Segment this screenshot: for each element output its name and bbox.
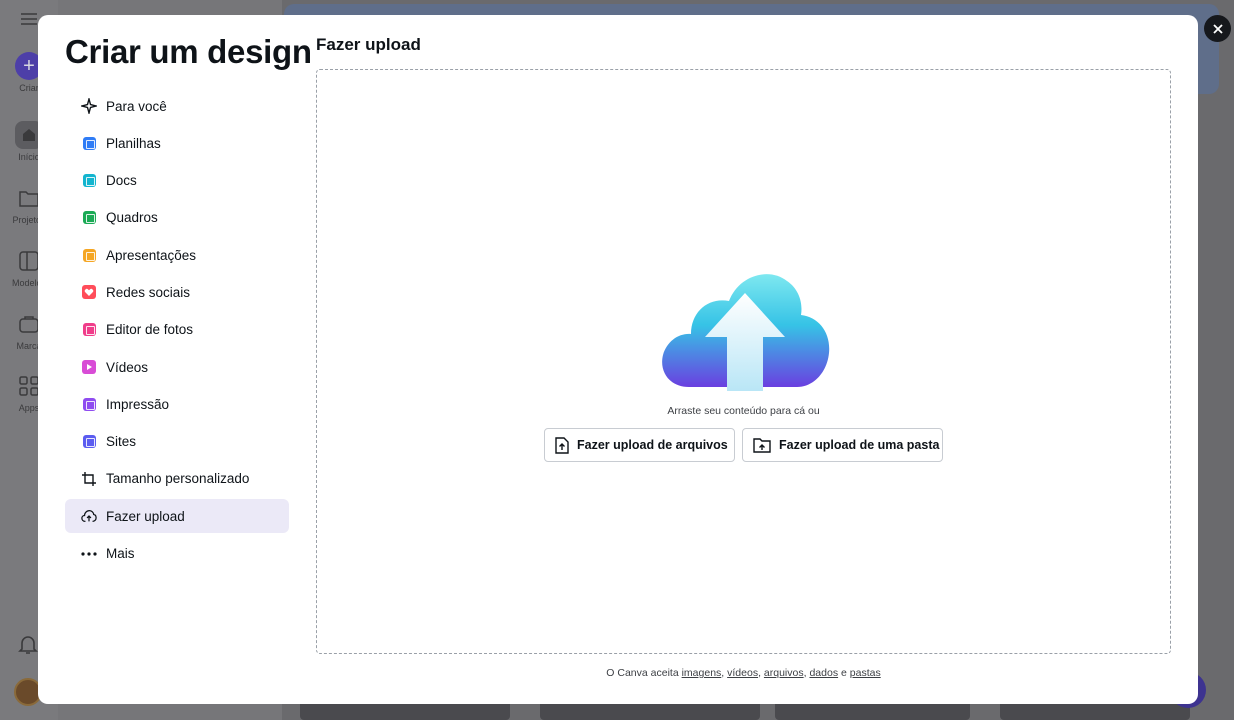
accepts-link-data[interactable]: dados bbox=[809, 667, 838, 679]
accepts-link-folders[interactable]: pastas bbox=[850, 667, 881, 679]
file-upload-icon bbox=[555, 436, 569, 454]
category-item-planilhas[interactable]: Planilhas bbox=[65, 126, 289, 160]
upload-files-label: Fazer upload de arquivos bbox=[577, 438, 728, 452]
category-item-fazer-upload[interactable]: Fazer upload bbox=[65, 499, 289, 534]
rail-item-label: Início bbox=[18, 152, 40, 162]
category-label: Fazer upload bbox=[106, 508, 185, 524]
accepted-formats-text: O Canva aceita imagens, vídeos, arquivos… bbox=[606, 667, 881, 679]
category-list: Para você Planilhas Docs Quadros Apresentaçõ… bbox=[65, 89, 289, 574]
rail-create-label: Criar bbox=[19, 83, 39, 93]
category-label: Apresentações bbox=[106, 247, 197, 263]
cloud-upload-illustration-icon bbox=[662, 274, 830, 391]
category-label: Impressão bbox=[106, 396, 170, 412]
upload-folder-label: Fazer upload de uma pasta bbox=[779, 438, 940, 452]
category-item-tamanho-personalizado[interactable]: Tamanho personalizado bbox=[65, 462, 289, 496]
category-item-apresentações[interactable]: Apresentações bbox=[65, 238, 289, 272]
category-label: Redes sociais bbox=[106, 284, 191, 300]
category-label: Sites bbox=[106, 434, 137, 450]
upload-section-title: Fazer upload bbox=[316, 35, 421, 54]
accepts-link-files[interactable]: arquivos bbox=[764, 667, 804, 679]
category-label: Tamanho personalizado bbox=[106, 471, 250, 487]
category-label: Docs bbox=[106, 173, 137, 189]
close-icon bbox=[1212, 23, 1223, 34]
category-item-docs[interactable]: Docs bbox=[65, 164, 289, 198]
category-item-sites[interactable]: Sites bbox=[65, 425, 289, 459]
accepts-prefix: O Canva aceita bbox=[606, 667, 679, 679]
category-item-mais[interactable]: Mais bbox=[65, 537, 289, 571]
create-design-modal: Criar um design Para você Planilhas Docs Qu… bbox=[38, 15, 1198, 704]
rail-item-label: Apps bbox=[18, 403, 40, 413]
menu-icon[interactable] bbox=[20, 12, 38, 26]
category-item-vídeos[interactable]: Vídeos bbox=[65, 350, 289, 384]
accepts-link-images[interactable]: imagens bbox=[682, 667, 722, 679]
category-label: Mais bbox=[106, 546, 135, 562]
category-label: Quadros bbox=[106, 210, 158, 226]
photo-editor-icon bbox=[81, 322, 97, 338]
category-label: Editor de fotos bbox=[106, 322, 194, 338]
docs-icon bbox=[81, 173, 97, 189]
modal-title: Criar um design bbox=[65, 33, 312, 70]
category-item-redes-sociais[interactable]: Redes sociais bbox=[65, 275, 289, 309]
folder-upload-icon bbox=[753, 436, 771, 454]
category-item-para-você[interactable]: Para você bbox=[65, 89, 289, 123]
category-label: Planilhas bbox=[106, 135, 161, 151]
website-icon bbox=[81, 434, 97, 450]
accepts-link-videos[interactable]: vídeos bbox=[727, 667, 758, 679]
presentation-icon bbox=[81, 247, 97, 263]
category-label: Vídeos bbox=[106, 359, 149, 375]
category-item-impressão[interactable]: Impressão bbox=[65, 387, 289, 421]
upload-files-button[interactable]: Fazer upload de arquivos bbox=[544, 428, 735, 462]
custom-size-icon bbox=[81, 471, 97, 487]
drag-instructions: Arraste seu conteúdo para cá ou bbox=[667, 405, 820, 417]
more-icon bbox=[81, 546, 97, 562]
bell-icon[interactable] bbox=[16, 632, 40, 656]
heart-icon bbox=[81, 284, 97, 300]
category-label: Para você bbox=[106, 98, 167, 114]
sparkle-icon bbox=[81, 98, 97, 114]
cloud-upload-icon bbox=[81, 508, 97, 524]
accepts-and: e bbox=[841, 667, 847, 679]
sheets-icon bbox=[81, 135, 97, 151]
video-icon bbox=[81, 359, 97, 375]
upload-dropzone[interactable]: Arraste seu conteúdo para cá ou Fazer up… bbox=[316, 69, 1171, 654]
print-icon bbox=[81, 396, 97, 412]
category-item-editor-de-fotos[interactable]: Editor de fotos bbox=[65, 313, 289, 347]
close-modal-button[interactable] bbox=[1204, 15, 1231, 42]
upload-folder-button[interactable]: Fazer upload de uma pasta bbox=[742, 428, 943, 462]
category-item-quadros[interactable]: Quadros bbox=[65, 201, 289, 235]
whiteboard-icon bbox=[81, 210, 97, 226]
